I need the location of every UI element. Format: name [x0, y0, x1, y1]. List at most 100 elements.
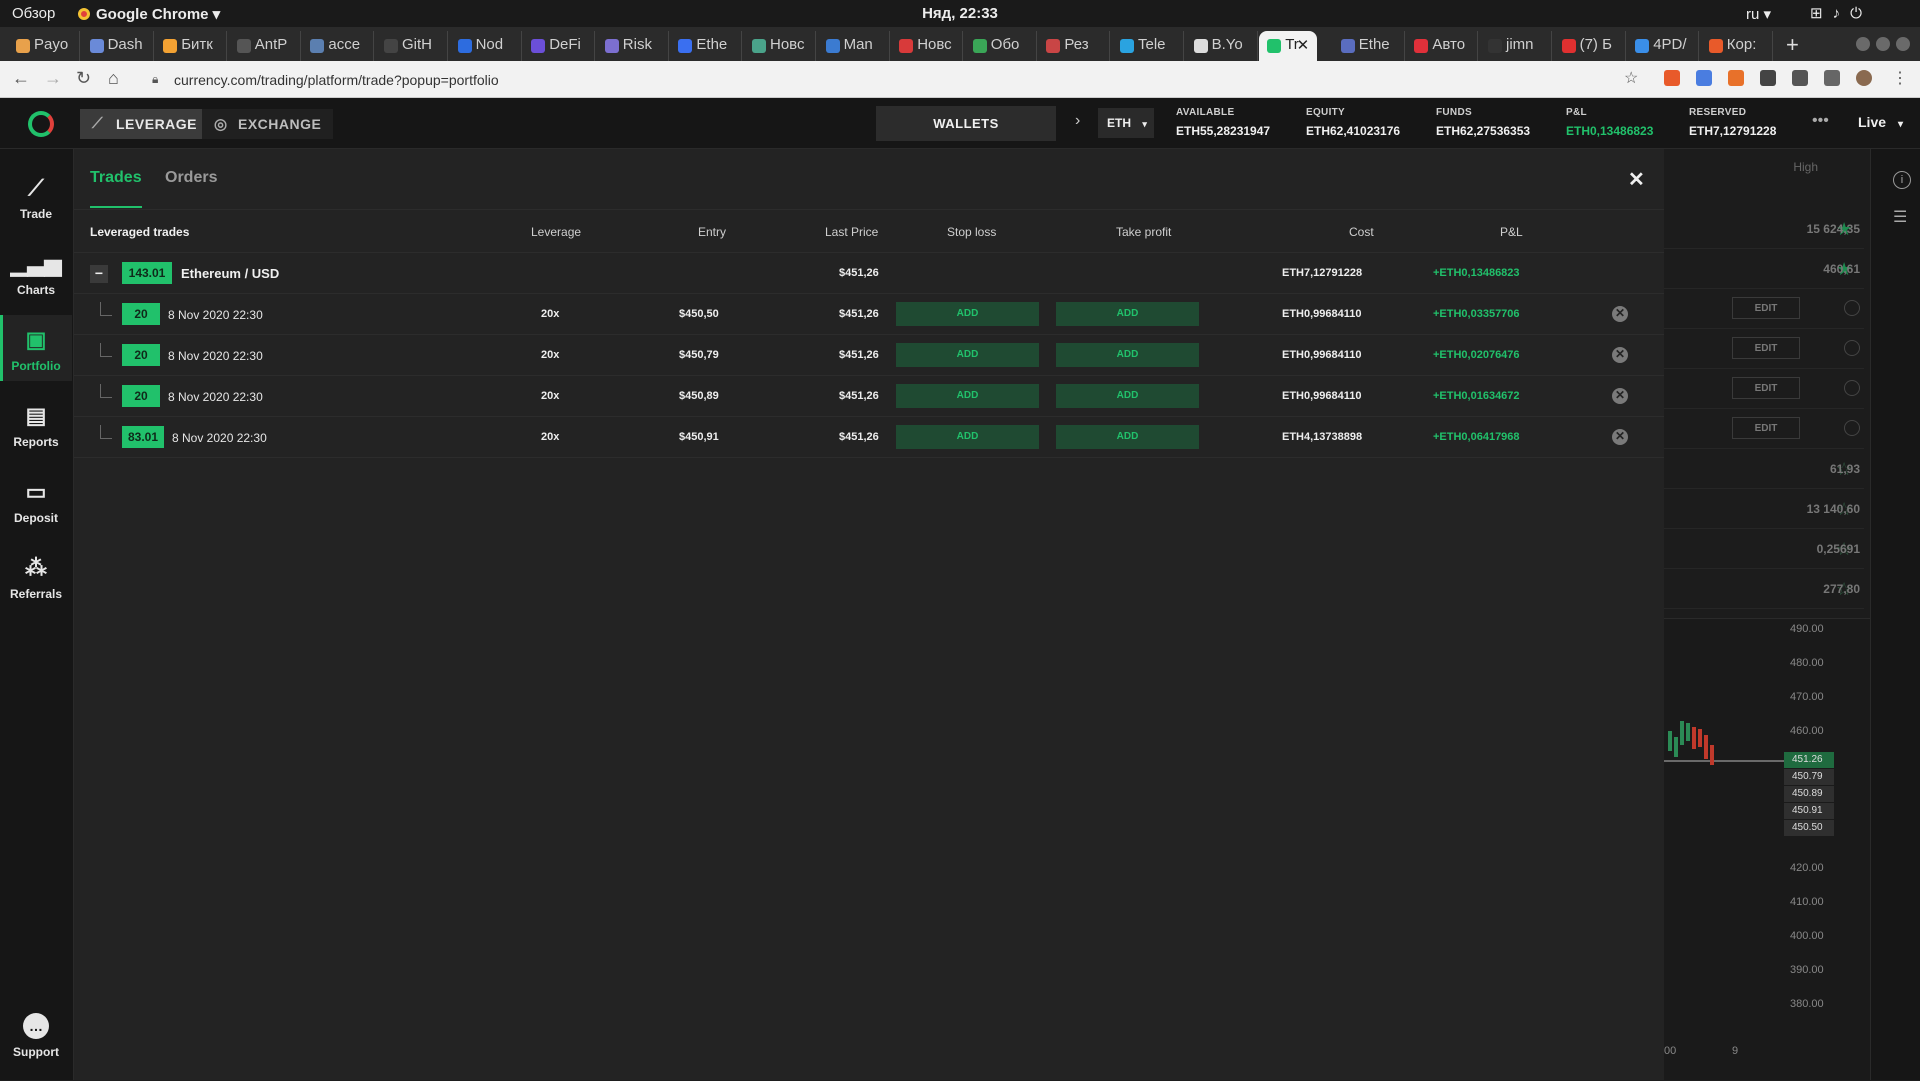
more-options-icon[interactable]: •••	[1812, 112, 1829, 130]
currency-select[interactable]: ETH ▾	[1098, 108, 1154, 138]
profile-avatar[interactable]	[1856, 70, 1872, 86]
trade-row[interactable]: 20 8 Nov 2020 22:30 20x $450,50 $451,26 ADD AD…	[74, 294, 1664, 335]
support-button[interactable]: … Support	[0, 1013, 72, 1059]
price-chart[interactable]	[1664, 618, 1870, 1080]
home-button[interactable]: ⌂	[108, 68, 119, 89]
browser-tab[interactable]: B.Yo	[1186, 31, 1258, 61]
browser-tab[interactable]: GitH	[376, 31, 448, 61]
cast-icon[interactable]	[1824, 70, 1840, 86]
close-trade-icon[interactable]: ✕	[1612, 388, 1628, 404]
close-trade-icon[interactable]: ✕	[1612, 429, 1628, 445]
system-tray[interactable]: ⊞♪⏻	[1810, 4, 1872, 22]
market-row[interactable]: 15 624,35	[1664, 209, 1864, 249]
browser-tab[interactable]: Обо	[965, 31, 1037, 61]
browser-tab[interactable]: Man	[818, 31, 890, 61]
close-trade-icon[interactable]: ✕	[1612, 306, 1628, 322]
add-stop-loss-button[interactable]: ADD	[896, 302, 1039, 326]
market-row[interactable]: EDIT	[1664, 329, 1864, 369]
browser-tab[interactable]: Авто	[1406, 31, 1479, 61]
currency-com-logo[interactable]	[28, 111, 54, 137]
market-row[interactable]: 277,80	[1664, 569, 1864, 609]
market-row[interactable]: 0,25691	[1664, 529, 1864, 569]
edit-order-button[interactable]: EDIT	[1732, 377, 1800, 399]
cancel-order-icon[interactable]	[1844, 340, 1860, 356]
close-tab-icon[interactable]: ✕	[1297, 36, 1310, 54]
browser-tab[interactable]: Новс	[891, 31, 964, 61]
browser-tab[interactable]: Ethe	[670, 31, 743, 61]
browser-tab[interactable]: 4PD/	[1627, 31, 1700, 61]
chevron-right-icon[interactable]: ›	[1075, 112, 1080, 130]
trade-row[interactable]: 20 8 Nov 2020 22:30 20x $450,89 $451,26 ADD AD…	[74, 376, 1664, 417]
browser-tab[interactable]: Рез	[1038, 31, 1111, 61]
puzzle-extensions-icon[interactable]	[1792, 70, 1808, 86]
add-take-profit-button[interactable]: ADD	[1056, 302, 1199, 326]
edit-order-button[interactable]: EDIT	[1732, 417, 1800, 439]
sidebar-item-charts[interactable]: ▁▃▅ Charts	[0, 239, 72, 305]
new-tab-button[interactable]: +	[1786, 32, 1799, 58]
add-take-profit-button[interactable]: ADD	[1056, 425, 1199, 449]
back-button[interactable]: ←	[12, 68, 30, 89]
edit-order-button[interactable]: EDIT	[1732, 337, 1800, 359]
cancel-order-icon[interactable]	[1844, 380, 1860, 396]
browser-tab[interactable]: Dash	[82, 31, 154, 61]
position-group-row[interactable]: − 143.01 Ethereum / USD $451,26 ETH7,127…	[74, 253, 1664, 294]
add-stop-loss-button[interactable]: ADD	[896, 384, 1039, 408]
edit-order-button[interactable]: EDIT	[1732, 297, 1800, 319]
sidebar-item-reports[interactable]: ▤ Reports	[0, 391, 72, 457]
list-menu-icon[interactable]: ☰	[1893, 207, 1907, 227]
cancel-order-icon[interactable]	[1844, 420, 1860, 436]
browser-tab[interactable]: Битк	[155, 31, 228, 61]
sidebar-item-portfolio[interactable]: ▣ Portfolio	[0, 315, 72, 381]
browser-tab[interactable]: (7) Б	[1554, 31, 1626, 61]
extension-icon[interactable]	[1760, 70, 1776, 86]
browser-tab[interactable]: Кор:	[1701, 31, 1773, 61]
tab-trades[interactable]: Trades	[90, 169, 142, 187]
collapse-group-button[interactable]: −	[90, 265, 108, 283]
browser-tab[interactable]: jimn	[1480, 31, 1552, 61]
reload-button[interactable]: ↻	[76, 68, 91, 89]
browser-tab[interactable]: Ethe	[1333, 31, 1405, 61]
add-stop-loss-button[interactable]: ADD	[896, 343, 1039, 367]
sidebar-item-trade[interactable]: ⟋ Trade	[0, 163, 72, 229]
trade-row[interactable]: 83.01 8 Nov 2020 22:30 20x $450,91 $451,26 AD…	[74, 417, 1664, 458]
browser-tab[interactable]: Payo	[8, 31, 80, 61]
market-row[interactable]: EDIT	[1664, 369, 1864, 409]
add-take-profit-button[interactable]: ADD	[1056, 343, 1199, 367]
trade-row[interactable]: 20 8 Nov 2020 22:30 20x $450,79 $451,26 ADD AD…	[74, 335, 1664, 376]
browser-tab[interactable]: Tele	[1112, 31, 1184, 61]
close-trade-icon[interactable]: ✕	[1612, 347, 1628, 363]
exchange-mode-button[interactable]: ◎ EXCHANGE	[202, 109, 334, 139]
extension-icon[interactable]	[1664, 70, 1680, 86]
extension-icon[interactable]	[1728, 70, 1744, 86]
wallets-button[interactable]: WALLETS	[876, 106, 1056, 141]
close-window-button[interactable]	[1896, 37, 1910, 51]
browser-tab[interactable]: Risk	[597, 31, 669, 61]
add-take-profit-button[interactable]: ADD	[1056, 384, 1199, 408]
forward-button[interactable]: →	[44, 68, 62, 89]
maximize-button[interactable]	[1876, 37, 1890, 51]
info-icon[interactable]: i	[1893, 171, 1911, 189]
close-popup-icon[interactable]: ✕	[1628, 167, 1645, 192]
leverage-mode-button[interactable]: ⟋ LEVERAGE	[80, 109, 210, 139]
market-row[interactable]: EDIT	[1664, 289, 1864, 329]
browser-tab[interactable]: DeFi	[523, 31, 596, 61]
market-row[interactable]: 61,93	[1664, 449, 1864, 489]
chrome-menu-icon[interactable]: ⋮	[1892, 68, 1908, 88]
market-row[interactable]: 460,61	[1664, 249, 1864, 289]
market-row[interactable]: EDIT	[1664, 409, 1864, 449]
translate-extension-icon[interactable]	[1696, 70, 1712, 86]
sidebar-item-referrals[interactable]: ⁂ Referrals	[0, 543, 72, 609]
live-account-select[interactable]: Live ▾	[1858, 114, 1903, 130]
bookmark-star-icon[interactable]: ☆	[1624, 68, 1638, 88]
sidebar-item-deposit[interactable]: ▭ Deposit	[0, 467, 72, 533]
clock[interactable]: Няд, 22:33	[0, 5, 1920, 22]
browser-tab[interactable]: acce	[302, 31, 375, 61]
browser-tab[interactable]: Новс	[744, 31, 816, 61]
cancel-order-icon[interactable]	[1844, 300, 1860, 316]
browser-tab[interactable]: Nod	[450, 31, 522, 61]
add-stop-loss-button[interactable]: ADD	[896, 425, 1039, 449]
minimize-button[interactable]	[1856, 37, 1870, 51]
market-row[interactable]: 13 140,60	[1664, 489, 1864, 529]
browser-tab[interactable]: Tr ✕	[1259, 31, 1318, 61]
url-field[interactable]: 🔒︎ currency.com/trading/platform/trade?p…	[142, 67, 1632, 93]
